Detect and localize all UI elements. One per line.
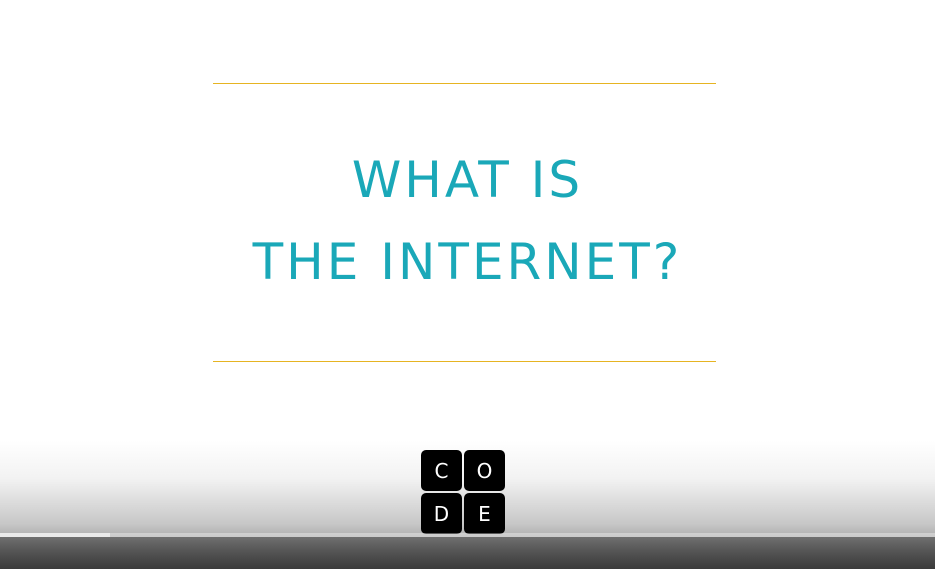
logo-tile-o: O (464, 450, 505, 491)
top-divider-line (213, 83, 716, 84)
logo-tile-d: D (421, 493, 462, 534)
logo-tile-c: C (421, 450, 462, 491)
video-controls-bar[interactable] (0, 537, 935, 569)
bottom-divider-line (213, 361, 716, 362)
code-org-logo: C O D E (421, 450, 506, 534)
video-title-line-2: THE INTERNET? (252, 233, 683, 291)
video-title-line-1: WHAT IS (351, 151, 584, 209)
logo-tile-e: E (464, 493, 505, 534)
video-player[interactable]: WHAT IS THE INTERNET? C O D E (0, 0, 935, 569)
